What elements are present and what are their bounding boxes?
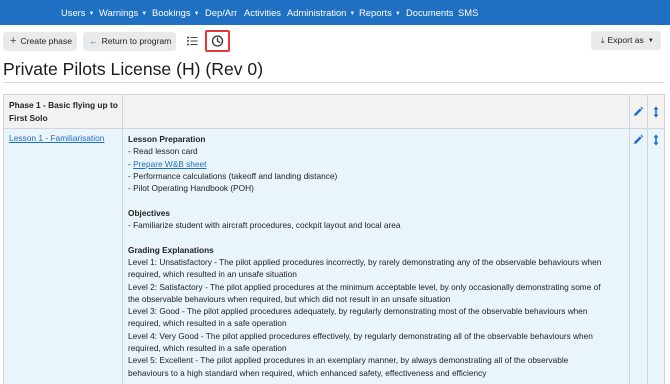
grading-line: behaviours to a high standard when requi…: [128, 367, 487, 378]
column-divider: [122, 95, 123, 384]
prep-item: - Read lesson card: [128, 146, 198, 157]
nav-administration[interactable]: Administration ▼: [287, 0, 355, 25]
download-icon: ⤓: [601, 36, 605, 45]
chevron-down-icon: ▼: [647, 38, 654, 44]
nav-warnings-label: Warnings: [99, 7, 139, 18]
history-button[interactable]: [205, 30, 230, 52]
create-phase-label: Create phase: [20, 36, 73, 46]
clock-icon: [211, 35, 224, 47]
nav-administration-label: Administration: [287, 7, 347, 18]
grading-line: Level 1: Unsatisfactory - The pilot appl…: [128, 256, 602, 267]
nav-sms-label: SMS: [458, 7, 479, 18]
grading-explanations-heading: Grading Explanations: [128, 244, 214, 255]
lesson-link[interactable]: Lesson 1 - Familiarisation: [9, 133, 104, 143]
phase-title: Phase 1 - Basic flying up to First Solo: [9, 100, 118, 123]
reorder-phase-handle[interactable]: [650, 105, 662, 118]
nav-reports-label: Reports: [359, 7, 392, 18]
title-divider: [3, 82, 665, 83]
create-phase-button[interactable]: + Create phase: [3, 32, 77, 51]
edit-lesson-button[interactable]: [632, 133, 644, 145]
prep-item: - Prepare W&B sheet: [128, 158, 628, 170]
top-navigation-bar: Users ▼ Warnings ▼ Bookings ▼ Dep/Arr Activ…: [0, 0, 670, 25]
export-as-label: Export as: [607, 35, 644, 45]
grading-line: Level 2: Satisfactory - The pilot applie…: [128, 281, 601, 292]
reorder-lesson-handle[interactable]: [650, 133, 662, 146]
nav-dep-arr-label: Dep/Arr: [205, 7, 238, 18]
grading-line: Level 5: Excellent - The pilot applied p…: [128, 355, 569, 366]
nav-activities-label: Activities: [244, 7, 281, 18]
column-divider: [629, 95, 630, 384]
prep-item: - Pilot Operating Handbook (POH): [128, 183, 254, 194]
grading-line: the observable behaviours when required,…: [128, 293, 451, 304]
nav-documents-label: Documents: [406, 7, 454, 18]
nav-warnings[interactable]: Warnings ▼: [99, 0, 147, 25]
nav-users[interactable]: Users ▼: [61, 0, 94, 25]
nav-sms[interactable]: SMS: [458, 0, 478, 25]
nav-bookings-label: Bookings: [152, 7, 191, 18]
objective-item: - Familiarize student with aircraft proc…: [128, 220, 401, 231]
grading-line: required, which resulted in a safe opera…: [128, 343, 287, 354]
nav-reports[interactable]: Reports ▼: [359, 0, 401, 25]
prep-item: - Performance calculations (takeoff and …: [128, 170, 338, 181]
pencil-icon: [634, 134, 644, 144]
program-table: Phase 1 - Basic flying up to First Solo …: [3, 94, 665, 384]
list-view-button[interactable]: [185, 34, 199, 48]
edit-phase-button[interactable]: [632, 105, 644, 117]
nav-documents[interactable]: Documents: [406, 0, 453, 25]
chevron-down-icon: ▼: [394, 11, 401, 17]
chevron-down-icon: ▼: [193, 11, 200, 17]
prepare-wb-sheet-link[interactable]: Prepare W&B sheet: [133, 159, 206, 169]
nav-dep-arr[interactable]: Dep/Arr: [205, 0, 237, 25]
grading-line: required, which resulted in a safe opera…: [128, 318, 287, 329]
objectives-heading: Objectives: [128, 207, 170, 218]
grading-line: required, which resulted in an unsafe si…: [128, 269, 297, 280]
lesson-description: Lesson Preparation - Read lesson card - …: [128, 133, 628, 379]
lesson-preparation-heading: Lesson Preparation: [128, 134, 206, 144]
column-divider: [647, 95, 648, 384]
return-to-program-button[interactable]: ← Return to program: [83, 32, 176, 51]
list-icon: [187, 36, 198, 46]
nav-activities[interactable]: Activities: [244, 0, 281, 25]
pencil-icon: [634, 106, 644, 116]
move-vertical-icon: [653, 134, 659, 146]
plus-icon: +: [10, 35, 17, 47]
nav-users-label: Users: [61, 7, 86, 18]
export-as-button[interactable]: ⤓ Export as ▼: [591, 31, 661, 50]
chevron-down-icon: ▼: [88, 11, 95, 17]
move-vertical-icon: [653, 106, 659, 118]
return-to-program-label: Return to program: [101, 36, 172, 46]
chevron-down-icon: ▼: [349, 11, 356, 17]
grading-line: Level 3: Good - The pilot applied proced…: [128, 306, 588, 317]
chevron-down-icon: ▼: [141, 11, 148, 17]
arrow-left-icon: ←: [89, 36, 98, 46]
nav-bookings[interactable]: Bookings ▼: [152, 0, 200, 25]
grading-line: Level 4: Very Good - The pilot applied p…: [128, 330, 593, 341]
page-title: Private Pilots License (H) (Rev 0): [3, 59, 264, 79]
